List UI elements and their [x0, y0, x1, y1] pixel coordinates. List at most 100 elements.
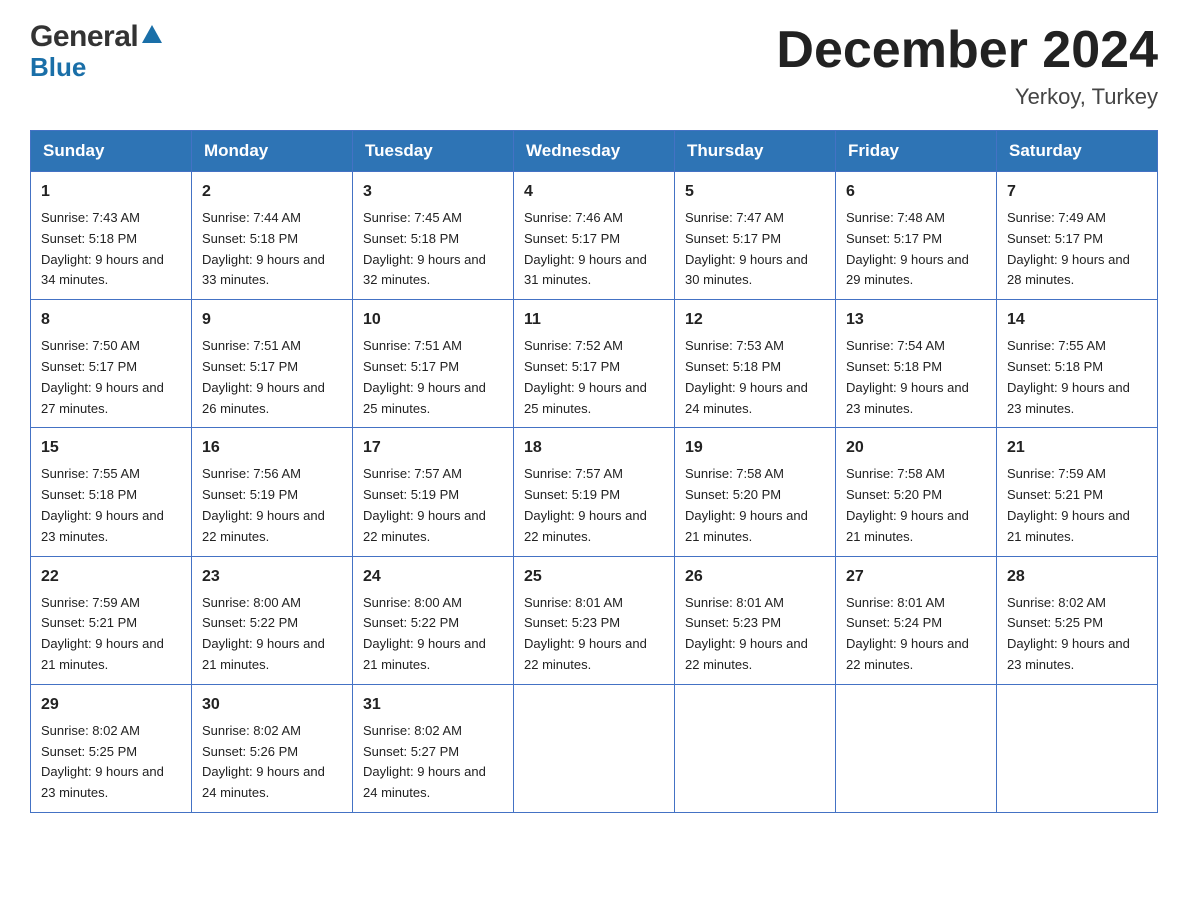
day-number: 28 [1007, 565, 1147, 589]
day-info: Sunrise: 7:47 AMSunset: 5:17 PMDaylight:… [685, 208, 825, 291]
sunset-text: Sunset: 5:18 PM [202, 229, 342, 250]
sunset-text: Sunset: 5:17 PM [202, 357, 342, 378]
col-thursday: Thursday [675, 131, 836, 172]
day-info: Sunrise: 7:52 AMSunset: 5:17 PMDaylight:… [524, 336, 664, 419]
sunrise-text: Sunrise: 7:57 AM [363, 464, 503, 485]
sunrise-text: Sunrise: 7:59 AM [41, 593, 181, 614]
table-row: 18Sunrise: 7:57 AMSunset: 5:19 PMDayligh… [514, 428, 675, 556]
sunrise-text: Sunrise: 7:58 AM [685, 464, 825, 485]
table-row: 10Sunrise: 7:51 AMSunset: 5:17 PMDayligh… [353, 300, 514, 428]
table-row [675, 684, 836, 812]
col-sunday: Sunday [31, 131, 192, 172]
sunset-text: Sunset: 5:27 PM [363, 742, 503, 763]
sunrise-text: Sunrise: 7:55 AM [41, 464, 181, 485]
daylight-text: Daylight: 9 hours and 24 minutes. [363, 762, 503, 804]
sunrise-text: Sunrise: 8:00 AM [202, 593, 342, 614]
daylight-text: Daylight: 9 hours and 21 minutes. [846, 506, 986, 548]
sunset-text: Sunset: 5:26 PM [202, 742, 342, 763]
daylight-text: Daylight: 9 hours and 22 minutes. [524, 506, 664, 548]
day-info: Sunrise: 7:59 AMSunset: 5:21 PMDaylight:… [41, 593, 181, 676]
sunset-text: Sunset: 5:21 PM [1007, 485, 1147, 506]
calendar-week-row: 29Sunrise: 8:02 AMSunset: 5:25 PMDayligh… [31, 684, 1158, 812]
day-info: Sunrise: 7:48 AMSunset: 5:17 PMDaylight:… [846, 208, 986, 291]
month-title: December 2024 [776, 20, 1158, 80]
table-row: 24Sunrise: 8:00 AMSunset: 5:22 PMDayligh… [353, 556, 514, 684]
table-row [514, 684, 675, 812]
sunrise-text: Sunrise: 8:00 AM [363, 593, 503, 614]
day-info: Sunrise: 7:54 AMSunset: 5:18 PMDaylight:… [846, 336, 986, 419]
table-row: 7Sunrise: 7:49 AMSunset: 5:17 PMDaylight… [997, 172, 1158, 300]
day-number: 20 [846, 436, 986, 460]
daylight-text: Daylight: 9 hours and 31 minutes. [524, 250, 664, 292]
sunset-text: Sunset: 5:17 PM [41, 357, 181, 378]
sunrise-text: Sunrise: 7:45 AM [363, 208, 503, 229]
daylight-text: Daylight: 9 hours and 21 minutes. [202, 634, 342, 676]
sunset-text: Sunset: 5:22 PM [363, 613, 503, 634]
calendar-week-row: 8Sunrise: 7:50 AMSunset: 5:17 PMDaylight… [31, 300, 1158, 428]
title-block: December 2024 Yerkoy, Turkey [776, 20, 1158, 110]
table-row: 19 Sunrise: 7:58 AMSunset: 5:20 PMDayligh… [675, 428, 836, 556]
day-info: Sunrise: 7:44 AMSunset: 5:18 PMDaylight:… [202, 208, 342, 291]
day-info: Sunrise: 7:50 AMSunset: 5:17 PMDaylight:… [41, 336, 181, 419]
logo-general-text: General [30, 20, 138, 54]
table-row: 30Sunrise: 8:02 AMSunset: 5:26 PMDayligh… [192, 684, 353, 812]
sunset-text: Sunset: 5:18 PM [41, 485, 181, 506]
table-row: 1Sunrise: 7:43 AMSunset: 5:18 PMDaylight… [31, 172, 192, 300]
table-row [836, 684, 997, 812]
table-row: 4 Sunrise: 7:46 AMSunset: 5:17 PMDaylight… [514, 172, 675, 300]
table-row: 26Sunrise: 8:01 AMSunset: 5:23 PMDayligh… [675, 556, 836, 684]
day-info: Sunrise: 7:46 AMSunset: 5:17 PMDaylight:… [524, 208, 664, 291]
day-number: 1 [41, 180, 181, 204]
daylight-text: Daylight: 9 hours and 24 minutes. [685, 378, 825, 420]
table-row: 21Sunrise: 7:59 AMSunset: 5:21 PMDayligh… [997, 428, 1158, 556]
sunrise-text: Sunrise: 7:58 AM [846, 464, 986, 485]
sunrise-text: Sunrise: 7:57 AM [524, 464, 664, 485]
logo-triangle-icon [142, 25, 162, 43]
sunset-text: Sunset: 5:18 PM [1007, 357, 1147, 378]
day-number: 15 [41, 436, 181, 460]
daylight-text: Daylight: 9 hours and 23 minutes. [41, 506, 181, 548]
daylight-text: Daylight: 9 hours and 22 minutes. [846, 634, 986, 676]
day-number: 2 [202, 180, 342, 204]
day-number: 11 [524, 308, 664, 332]
table-row: 14 Sunrise: 7:55 AMSunset: 5:18 PMDayligh… [997, 300, 1158, 428]
location-subtitle: Yerkoy, Turkey [776, 84, 1158, 110]
day-info: Sunrise: 7:55 AMSunset: 5:18 PMDaylight:… [1007, 336, 1147, 419]
day-number: 19 [685, 436, 825, 460]
daylight-text: Daylight: 9 hours and 32 minutes. [363, 250, 503, 292]
day-number: 17 [363, 436, 503, 460]
sunrise-text: Sunrise: 7:43 AM [41, 208, 181, 229]
daylight-text: Daylight: 9 hours and 22 minutes. [524, 634, 664, 676]
day-number: 14 [1007, 308, 1147, 332]
day-number: 25 [524, 565, 664, 589]
table-row: 20Sunrise: 7:58 AMSunset: 5:20 PMDayligh… [836, 428, 997, 556]
daylight-text: Daylight: 9 hours and 26 minutes. [202, 378, 342, 420]
day-number: 4 [524, 180, 664, 204]
calendar-header-row: Sunday Monday Tuesday Wednesday Thursday… [31, 131, 1158, 172]
sunrise-text: Sunrise: 8:01 AM [524, 593, 664, 614]
day-info: Sunrise: 8:00 AMSunset: 5:22 PMDaylight:… [363, 593, 503, 676]
sunrise-text: Sunrise: 8:02 AM [41, 721, 181, 742]
day-info: Sunrise: 8:02 AMSunset: 5:25 PMDaylight:… [1007, 593, 1147, 676]
page-header: General Blue December 2024 Yerkoy, Turke… [30, 20, 1158, 110]
table-row: 6Sunrise: 7:48 AMSunset: 5:17 PMDaylight… [836, 172, 997, 300]
daylight-text: Daylight: 9 hours and 30 minutes. [685, 250, 825, 292]
day-info: Sunrise: 8:01 AMSunset: 5:23 PMDaylight:… [685, 593, 825, 676]
col-monday: Monday [192, 131, 353, 172]
col-tuesday: Tuesday [353, 131, 514, 172]
daylight-text: Daylight: 9 hours and 23 minutes. [1007, 378, 1147, 420]
sunrise-text: Sunrise: 7:50 AM [41, 336, 181, 357]
table-row: 13Sunrise: 7:54 AMSunset: 5:18 PMDayligh… [836, 300, 997, 428]
sunset-text: Sunset: 5:21 PM [41, 613, 181, 634]
day-number: 31 [363, 693, 503, 717]
day-info: Sunrise: 7:58 AMSunset: 5:20 PMDaylight:… [685, 464, 825, 547]
sunset-text: Sunset: 5:23 PM [524, 613, 664, 634]
table-row: 16Sunrise: 7:56 AMSunset: 5:19 PMDayligh… [192, 428, 353, 556]
sunrise-text: Sunrise: 7:44 AM [202, 208, 342, 229]
calendar-week-row: 15Sunrise: 7:55 AMSunset: 5:18 PMDayligh… [31, 428, 1158, 556]
sunset-text: Sunset: 5:25 PM [1007, 613, 1147, 634]
logo-blue-text: Blue [30, 52, 162, 83]
table-row: 12Sunrise: 7:53 AMSunset: 5:18 PMDayligh… [675, 300, 836, 428]
sunset-text: Sunset: 5:17 PM [685, 229, 825, 250]
day-info: Sunrise: 7:56 AMSunset: 5:19 PMDaylight:… [202, 464, 342, 547]
